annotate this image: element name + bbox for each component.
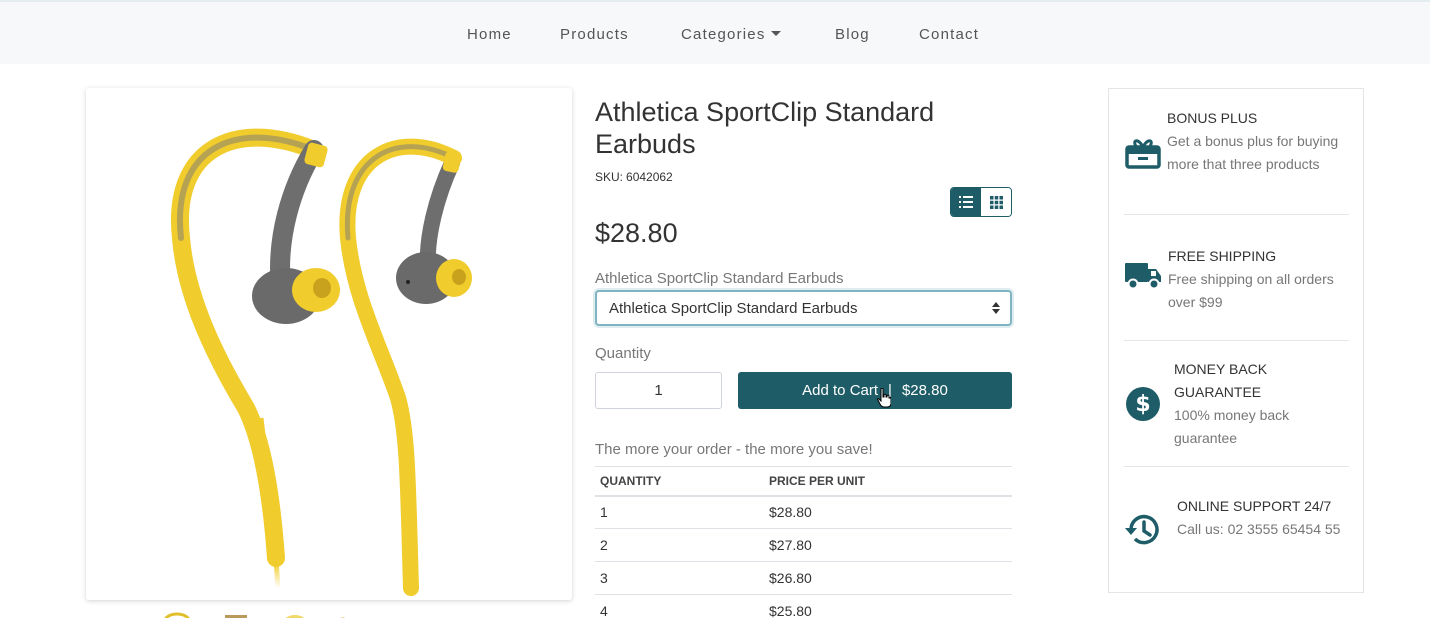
add-to-cart-button[interactable]: Add to Cart | $28.80 — [738, 372, 1012, 409]
nav-item-products[interactable]: Products — [560, 26, 629, 43]
sku-value: 6042062 — [626, 170, 673, 184]
add-to-cart-label: Add to Cart — [802, 382, 879, 399]
gift-icon — [1125, 139, 1161, 169]
svg-text:$: $ — [1135, 392, 1150, 417]
truck-icon — [1125, 263, 1161, 290]
table-row: 4 $25.80 — [595, 594, 1012, 618]
variant-label: Athletica SportClip Standard Earbuds — [595, 270, 844, 287]
tier-price: $25.80 — [764, 594, 1012, 618]
table-row: 3 $26.80 — [595, 561, 1012, 595]
view-toggle — [950, 187, 1012, 217]
nav-item-categories[interactable]: Categories — [681, 26, 781, 43]
product-title: Athletica SportClip Standard Earbuds — [595, 97, 935, 159]
feature-desc: Free shipping on all orders over $99 — [1168, 271, 1334, 310]
image-thumbnails[interactable] — [155, 607, 355, 618]
column-header-price-per-unit: PRICE PER UNIT — [764, 466, 1012, 497]
dollar-circle-icon: $ — [1126, 387, 1160, 421]
nav-item-blog[interactable]: Blog — [835, 26, 870, 43]
feature-title: MONEY BACK GUARANTEE — [1174, 361, 1268, 400]
nav-item-categories-label: Categories — [681, 26, 766, 43]
quantity-label: Quantity — [595, 345, 651, 362]
column-header-quantity: QUANTITY — [595, 466, 764, 497]
tier-pricing-title: The more your order - the more you save! — [595, 441, 873, 458]
tier-price: $28.80 — [764, 495, 1012, 529]
caret-down-icon — [770, 30, 781, 36]
feature-title: BONUS PLUS — [1167, 110, 1258, 126]
nav-item-home[interactable]: Home — [467, 26, 512, 43]
select-arrows-icon — [992, 302, 1000, 314]
tier-price: $27.80 — [764, 528, 1012, 562]
history-icon — [1125, 514, 1159, 545]
table-row: 2 $27.80 — [595, 528, 1012, 562]
grid-view-button[interactable] — [981, 188, 1011, 216]
tier-quantity: 3 — [595, 561, 764, 595]
hand-cursor-icon — [877, 388, 891, 408]
feature-divider — [1124, 466, 1349, 467]
product-image-card[interactable] — [86, 88, 572, 600]
top-navbar: Home Products Categories Blog Contact — [0, 0, 1430, 64]
grid-icon — [989, 195, 1003, 209]
feature-desc: Call us: 02 3555 65454 55 — [1177, 521, 1341, 537]
table-header-row: QUANTITY PRICE PER UNIT — [595, 466, 1012, 497]
feature-title: ONLINE SUPPORT 24/7 — [1177, 498, 1332, 514]
feature-divider — [1124, 214, 1349, 215]
list-icon — [959, 196, 973, 208]
nav-item-contact[interactable]: Contact — [919, 26, 979, 43]
variant-selected-value: Athletica SportClip Standard Earbuds — [609, 300, 858, 317]
earbuds-image — [170, 128, 472, 596]
feature-money-back: $ MONEY BACK GUARANTEE 100% money back g… — [1124, 358, 1349, 458]
tier-price: $26.80 — [764, 561, 1012, 595]
feature-title: FREE SHIPPING — [1168, 248, 1277, 264]
features-sidebar: BONUS PLUS Get a bonus plus for buying m… — [1108, 88, 1364, 593]
feature-bonus-plus: BONUS PLUS Get a bonus plus for buying m… — [1124, 107, 1349, 217]
list-view-button[interactable] — [951, 188, 981, 216]
tier-quantity: 1 — [595, 495, 764, 529]
feature-free-shipping: FREE SHIPPING Free shipping on all order… — [1124, 245, 1349, 315]
sku-label: SKU: — [595, 170, 624, 184]
feature-online-support: ONLINE SUPPORT 24/7 Call us: 02 3555 654… — [1124, 495, 1349, 575]
product-price: $28.80 — [595, 218, 678, 248]
variant-select[interactable]: Athletica SportClip Standard Earbuds — [595, 290, 1012, 326]
tier-quantity: 4 — [595, 594, 764, 618]
add-to-cart-price: $28.80 — [901, 382, 948, 399]
feature-divider — [1124, 340, 1349, 341]
feature-desc: Get a bonus plus for buying more that th… — [1167, 133, 1339, 172]
product-sku: SKU: 6042062 — [595, 170, 673, 184]
tier-quantity: 2 — [595, 528, 764, 562]
tier-pricing-table: QUANTITY PRICE PER UNIT 1 $28.80 2 $27.8… — [595, 466, 1012, 618]
feature-desc: 100% money back guarantee — [1174, 407, 1290, 446]
quantity-input[interactable]: 1 — [595, 372, 722, 409]
table-row: 1 $28.80 — [595, 495, 1012, 529]
